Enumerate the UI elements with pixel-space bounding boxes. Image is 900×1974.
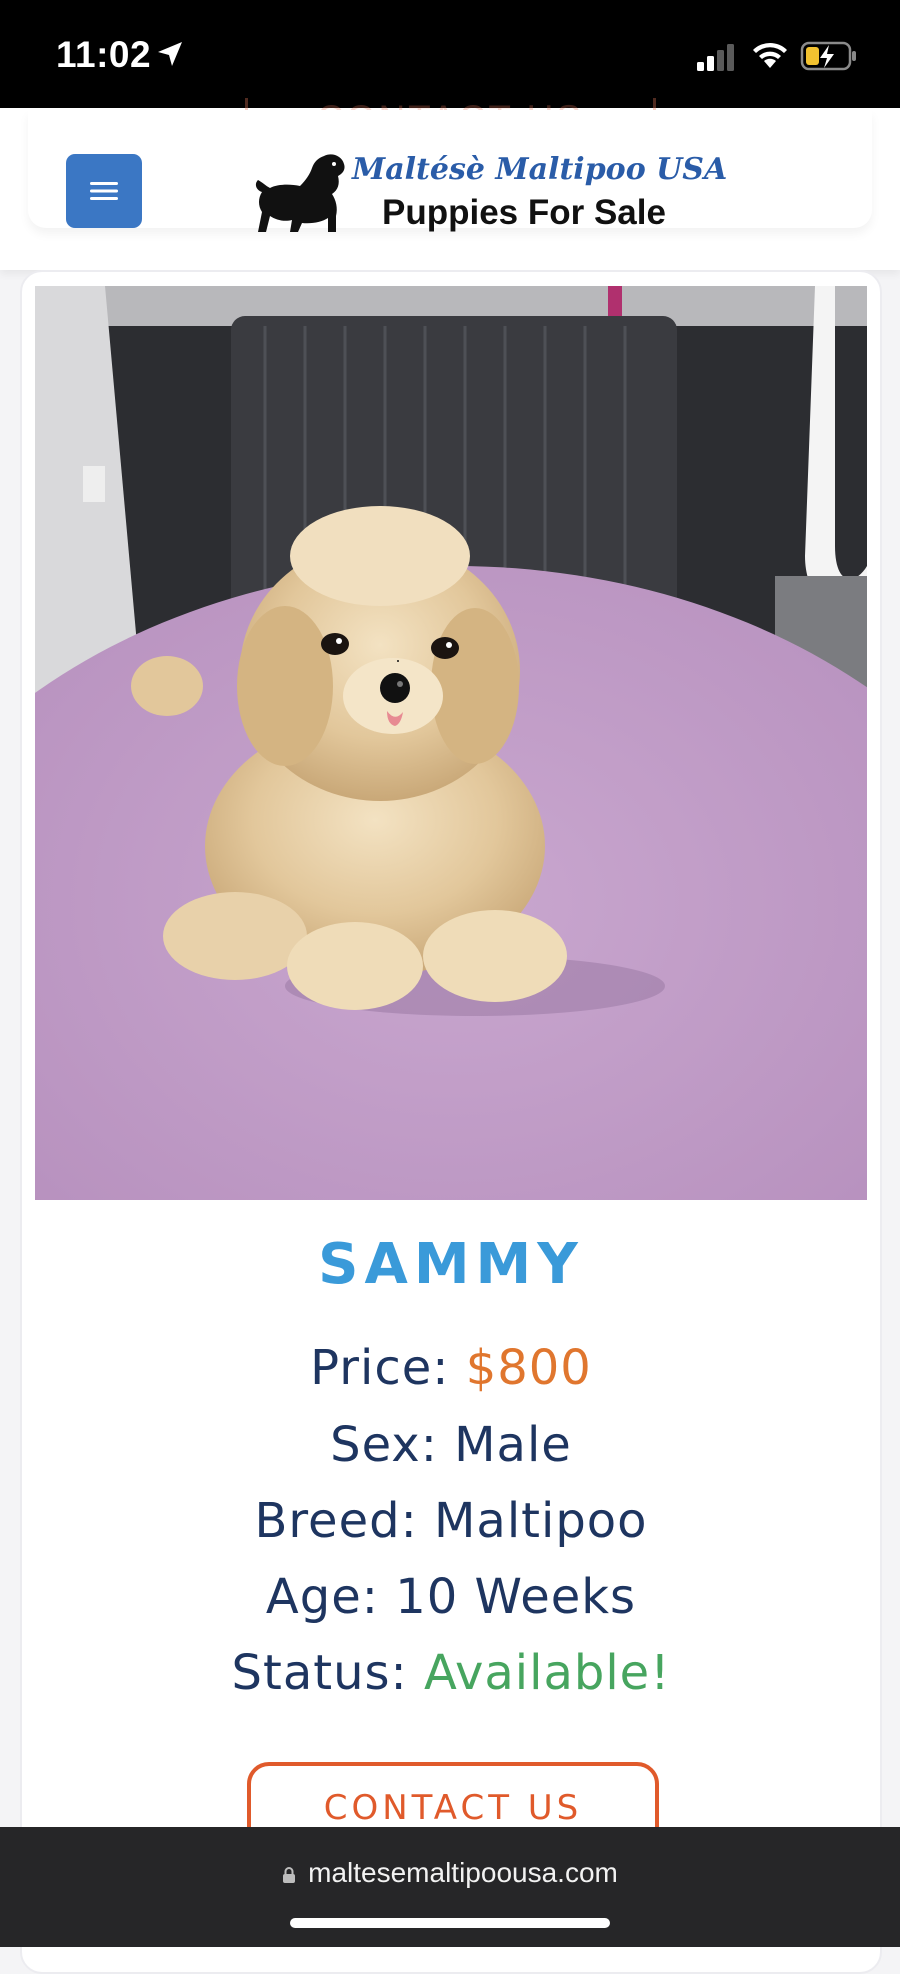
logo-title[interactable]: Maltésè Maltipoo USA: [352, 152, 727, 187]
age-value: 10 Weeks: [395, 1569, 637, 1625]
age-label: Age:: [265, 1569, 379, 1625]
site-header: CONTACT US Maltésè Maltipoo USA Puppies …: [0, 98, 900, 270]
price-line: Price: $800: [22, 1340, 880, 1396]
status-label: Status:: [231, 1645, 408, 1701]
sex-line: Sex: Male: [22, 1417, 880, 1473]
hamburger-menu-icon: [90, 182, 118, 200]
breed-label: Breed:: [254, 1493, 418, 1549]
browser-address-bar: maltesemaltipoousa.com: [0, 1827, 900, 1947]
cellular-signal-icon: [697, 44, 734, 71]
url-text: maltesemaltipoousa.com: [308, 1857, 618, 1888]
puppy-card: SAMMY Price: $800 Sex: Male Breed: Malti…: [20, 270, 882, 1974]
breed-line: Breed: Maltipoo: [22, 1493, 880, 1549]
lock-icon: [283, 1867, 296, 1883]
logo-subtitle[interactable]: Puppies For Sale: [382, 193, 666, 233]
sex-value: Male: [454, 1417, 572, 1473]
location-arrow-icon: [158, 42, 182, 66]
age-line: Age: 10 Weeks: [22, 1569, 880, 1625]
contact-us-label: CONTACT US: [323, 1788, 583, 1828]
dog-silhouette-logo: [255, 154, 345, 232]
price-label: Price:: [310, 1340, 450, 1396]
status-line: Status: Available!: [22, 1645, 880, 1701]
url-field[interactable]: maltesemaltipoousa.com: [0, 1857, 900, 1889]
menu-button[interactable]: [66, 154, 142, 228]
wifi-icon: [753, 42, 787, 68]
puppy-name: SAMMY: [318, 1232, 584, 1297]
price-value: $800: [465, 1340, 592, 1396]
status-value: Available!: [423, 1645, 671, 1701]
status-time: 11:02: [56, 34, 152, 75]
sex-label: Sex:: [330, 1417, 438, 1473]
home-indicator[interactable]: [290, 1918, 610, 1928]
breed-value: Maltipoo: [434, 1493, 648, 1549]
battery-charging-icon: [800, 41, 856, 71]
header-panel: Maltésè Maltipoo USA Puppies For Sale: [28, 110, 872, 232]
puppy-photo[interactable]: [35, 286, 867, 1200]
status-bar: 11:02: [0, 0, 900, 108]
